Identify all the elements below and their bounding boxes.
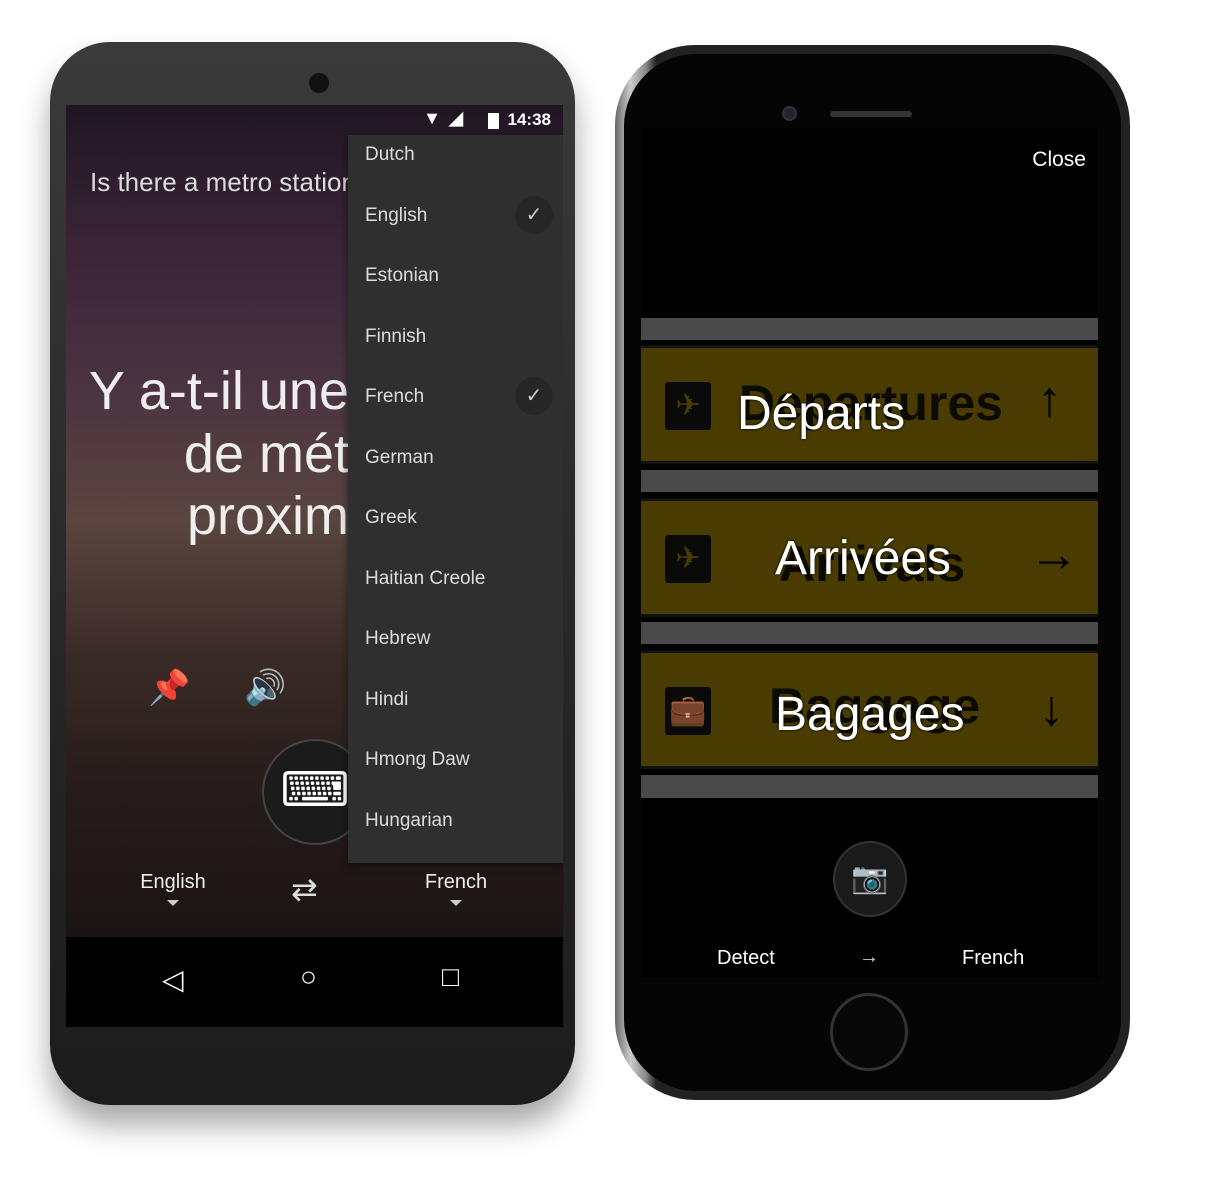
check-icon: ✓ — [515, 196, 553, 234]
back-icon[interactable]: ◁ — [162, 963, 184, 996]
menu-item-label: Estonian — [365, 265, 439, 286]
front-camera — [309, 73, 329, 93]
front-camera — [782, 106, 797, 121]
sign-frame — [641, 318, 1098, 340]
menu-item-label: German — [365, 447, 434, 468]
menu-item-label: Hmong Daw — [365, 749, 470, 770]
iphone-screen: Close ✈ Departures Départs ↑ ✈ Arrivals … — [641, 128, 1098, 978]
sign-baggage: 💼 Baggage Bagages ↓ — [641, 650, 1098, 769]
briefcase-icon: 💼 — [665, 687, 711, 735]
keyboard-icon: ⌨ — [280, 764, 350, 817]
sign-translated-text: Arrivées — [775, 532, 952, 585]
menu-item-label: Hebrew — [365, 628, 431, 649]
menu-item-label: Hungarian — [365, 810, 453, 831]
battery-icon — [488, 113, 499, 129]
menu-item-label: Haitian Creole — [365, 568, 486, 589]
source-text[interactable]: Is there a metro station — [90, 167, 356, 198]
sign-translated-text: Départs — [737, 387, 906, 440]
from-language-button[interactable]: Detect — [717, 947, 775, 970]
to-language-label: French — [424, 871, 488, 893]
translation-line: proxim — [186, 486, 349, 546]
sign-frame — [641, 775, 1098, 798]
sign-frame — [641, 470, 1098, 492]
menu-item-german[interactable]: German — [348, 438, 563, 498]
close-button[interactable]: Close — [1032, 148, 1086, 172]
from-language-selector[interactable]: English — [113, 871, 233, 906]
menu-item-greek[interactable]: Greek — [348, 498, 563, 558]
menu-item-dutch[interactable]: Dutch — [348, 135, 563, 195]
translation-line: de mét — [183, 424, 349, 484]
wifi-icon: ▼ — [423, 108, 441, 128]
swap-languages-icon[interactable]: ⇄ — [291, 870, 318, 908]
arrow-right-icon: → — [1029, 526, 1079, 582]
menu-item-hebrew[interactable]: Hebrew — [348, 619, 563, 679]
sign-departures: ✈ Departures Départs ↑ — [641, 345, 1098, 464]
speaker-icon[interactable]: 🔊 — [244, 668, 286, 708]
android-screen: ▼ ◢ 14:38 Is there a metro station Y a-t… — [66, 105, 563, 1027]
caret-down-icon — [450, 900, 462, 906]
camera-icon: 📷 — [851, 862, 889, 895]
home-icon[interactable]: ○ — [300, 961, 317, 993]
menu-item-hindi[interactable]: Hindi — [348, 680, 563, 740]
sign-arrivals: ✈ Arrivals Arrivées → — [641, 498, 1098, 617]
menu-item-label: Finnish — [365, 326, 427, 347]
airplane-icon: ✈ — [665, 382, 711, 430]
sign-translated-text: Bagages — [775, 688, 965, 741]
translation-line: Y a-t-il une — [88, 361, 349, 421]
pin-icon[interactable]: 📌 — [148, 668, 190, 708]
status-bar: ▼ ◢ 14:38 — [66, 105, 563, 135]
check-icon: ✓ — [515, 377, 553, 415]
navigation-bar: ◁ ○ □ — [66, 937, 563, 1027]
home-button[interactable] — [830, 993, 908, 1071]
direction-arrow-icon: → — [859, 946, 879, 968]
caret-down-icon — [167, 900, 179, 906]
camera-button[interactable]: 📷 — [833, 841, 907, 917]
menu-item-label: Greek — [365, 507, 417, 528]
signal-icon: ◢ — [449, 108, 463, 128]
language-dropdown-menu: Dutch English ✓ Estonian Finnish French ✓ … — [348, 135, 563, 863]
arrow-down-icon: ↓ — [1039, 680, 1064, 736]
menu-item-english[interactable]: English ✓ — [348, 196, 563, 256]
arrow-up-icon: ↑ — [1037, 371, 1062, 427]
recents-icon[interactable]: □ — [442, 961, 459, 993]
to-language-selector[interactable]: French — [396, 871, 516, 906]
earpiece-speaker — [830, 111, 912, 117]
menu-item-french[interactable]: French ✓ — [348, 377, 563, 437]
status-time: 14:38 — [507, 110, 551, 129]
menu-item-label: French — [365, 386, 425, 407]
menu-item-finnish[interactable]: Finnish — [348, 317, 563, 377]
menu-item-hmong-daw[interactable]: Hmong Daw — [348, 740, 563, 800]
from-language-label: English — [140, 871, 206, 893]
menu-item-label: Hindi — [365, 689, 409, 710]
menu-item-haitian-creole[interactable]: Haitian Creole — [348, 559, 563, 619]
menu-item-label: Dutch — [365, 144, 415, 165]
menu-item-label: English — [365, 205, 428, 226]
airplane-icon: ✈ — [665, 535, 711, 583]
menu-item-hungarian[interactable]: Hungarian — [348, 801, 563, 861]
sign-frame — [641, 622, 1098, 644]
to-language-button[interactable]: French — [962, 947, 1024, 970]
menu-item-estonian[interactable]: Estonian — [348, 256, 563, 316]
